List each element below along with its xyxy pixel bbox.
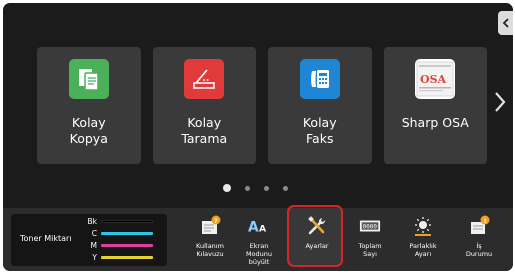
toner-name: M <box>90 241 97 250</box>
job-status-button[interactable]: ! İş Durumu <box>458 213 500 267</box>
toner-row-bk: Bk <box>85 217 153 226</box>
toner-level-widget: Toner Miktarı Bk C M Y <box>11 214 167 266</box>
manual-button[interactable]: ? Kullanım Kılavuzu <box>189 213 231 267</box>
job-status-icon: ! <box>468 215 490 237</box>
svg-text:!: ! <box>484 217 487 225</box>
counter-icon: 0000 <box>359 215 381 237</box>
toner-bar-bk <box>101 220 153 223</box>
tile-easy-copy[interactable]: Kolay Kopya <box>37 47 141 164</box>
toner-name: C <box>91 229 97 238</box>
magnify-screen-button[interactable]: A A Ekran Modunu büyült <box>237 213 281 267</box>
page-dot[interactable] <box>264 185 269 191</box>
brightness-icon <box>412 215 434 237</box>
total-count-button[interactable]: 0000 Toplam Sayı <box>349 213 391 267</box>
toner-name: Bk <box>87 217 98 226</box>
sharp-osa-icon: OSA <box>415 59 456 99</box>
svg-text:A: A <box>248 220 259 236</box>
toner-row-c: C <box>85 229 153 238</box>
scan-icon <box>184 59 225 99</box>
svg-text:A: A <box>259 224 267 235</box>
tile-label: Sharp OSA <box>401 115 469 130</box>
settings-highlight-frame <box>287 205 343 267</box>
tile-label: Kolay Kopya <box>69 115 108 146</box>
svg-text:?: ? <box>214 217 218 225</box>
toner-bar-c <box>101 232 153 235</box>
tile-label: Kolay Tarama <box>181 115 228 146</box>
home-tiles: Kolay Kopya Kolay Tarama Kolay Faks OSA … <box>37 47 487 164</box>
toner-bar-y <box>101 256 153 259</box>
font-size-icon: A A <box>248 215 270 237</box>
control-panel-screen: Kolay Kopya Kolay Tarama Kolay Faks OSA … <box>3 3 513 271</box>
toner-bar-m <box>101 244 153 247</box>
job-status-label: İş Durumu <box>465 242 493 258</box>
next-page-arrow-icon[interactable] <box>494 91 506 113</box>
total-count-label: Toplam Sayı <box>358 242 382 258</box>
manual-label: Kullanım Kılavuzu <box>196 242 224 258</box>
toner-label: Toner Miktarı <box>20 234 72 243</box>
page-dot[interactable] <box>245 185 250 191</box>
chevron-left-icon <box>502 18 509 28</box>
page-dot-active[interactable] <box>223 184 231 192</box>
svg-text:OSA: OSA <box>420 73 447 86</box>
brightness-label: Parlaklık Ayarı <box>409 242 437 258</box>
side-panel-toggle[interactable] <box>498 11 513 35</box>
tile-easy-scan[interactable]: Kolay Tarama <box>152 47 256 164</box>
page-indicator <box>223 184 288 192</box>
manual-icon: ? <box>199 215 221 237</box>
tile-easy-fax[interactable]: Kolay Faks <box>268 47 372 164</box>
toner-name: Y <box>92 253 97 262</box>
fax-icon <box>299 59 340 99</box>
copy-icon <box>68 59 109 99</box>
toner-row-y: Y <box>85 253 153 262</box>
brightness-button[interactable]: Parlaklık Ayarı <box>402 213 444 267</box>
tile-label: Kolay Faks <box>302 115 337 146</box>
svg-text:0000: 0000 <box>363 224 378 231</box>
magnify-label: Ekran Modunu büyült <box>245 242 273 266</box>
toner-row-m: M <box>85 241 153 250</box>
bottom-action-bar: Toner Miktarı Bk C M Y ? Kullanım Kılavu… <box>3 208 513 271</box>
page-dot[interactable] <box>283 185 288 191</box>
tile-sharp-osa[interactable]: OSA Sharp OSA <box>383 47 487 164</box>
